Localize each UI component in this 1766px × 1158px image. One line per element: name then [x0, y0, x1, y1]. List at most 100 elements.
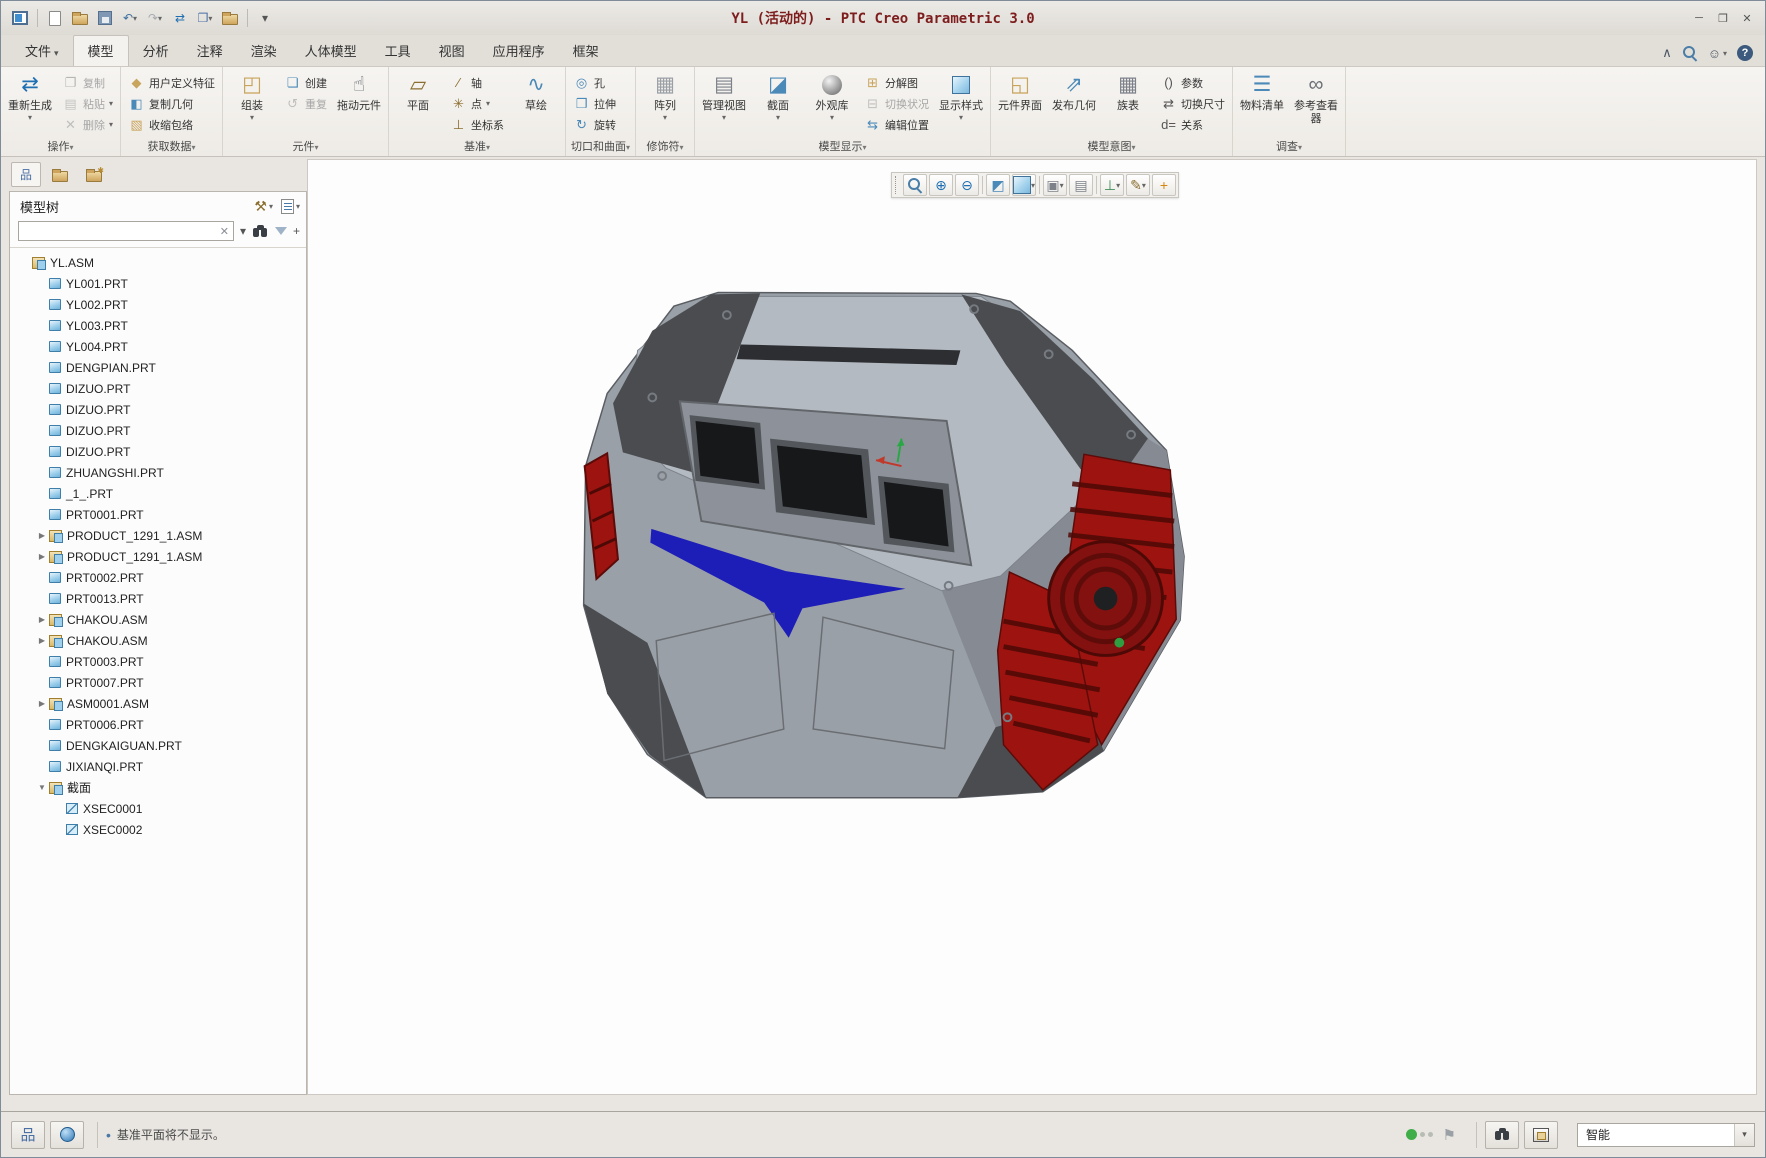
- group-investigate-label[interactable]: 调查▾: [1236, 137, 1342, 156]
- tree-item[interactable]: PRT0007.PRT: [10, 672, 306, 693]
- switch-state-button[interactable]: ⊟切换状况: [860, 93, 933, 114]
- tree-tools-icon[interactable]: ⚒▾: [254, 198, 273, 215]
- tree-item[interactable]: YL002.PRT: [10, 294, 306, 315]
- open-file-button[interactable]: [69, 7, 91, 29]
- repeat-button[interactable]: ↺重复: [280, 93, 331, 114]
- tab-view[interactable]: 视图: [425, 36, 479, 66]
- tree-item[interactable]: PRT0001.PRT: [10, 504, 306, 525]
- tree-item[interactable]: PRT0003.PRT: [10, 651, 306, 672]
- tree-item[interactable]: ▼截面: [10, 777, 306, 798]
- hole-button[interactable]: ◎孔: [569, 72, 620, 93]
- expander-icon[interactable]: ▶: [35, 552, 49, 561]
- find-binoculars-icon[interactable]: [252, 224, 269, 238]
- tree-item[interactable]: ▶CHAKOU.ASM: [10, 630, 306, 651]
- toggle-model-tree-button[interactable]: 品: [11, 1121, 45, 1149]
- edit-position-button[interactable]: ⇆编辑位置: [860, 114, 933, 135]
- tab-applications[interactable]: 应用程序: [479, 36, 559, 66]
- tab-annotate[interactable]: 注释: [183, 36, 237, 66]
- tree-item[interactable]: DIZUO.PRT: [10, 441, 306, 462]
- tree-item[interactable]: XSEC0002: [10, 819, 306, 840]
- model-tree-tab[interactable]: 品: [11, 162, 41, 187]
- component-interface-button[interactable]: ◱元件界面: [994, 69, 1046, 137]
- search-clear-icon[interactable]: ✕: [216, 225, 233, 238]
- collapse-ribbon-icon[interactable]: ∧: [1662, 45, 1672, 61]
- plane-button[interactable]: ▱平面: [392, 69, 444, 137]
- bom-button[interactable]: ☰物料清单: [1236, 69, 1288, 137]
- extrude-button[interactable]: ❒拉伸: [569, 93, 620, 114]
- csys-button[interactable]: ⊥坐标系: [446, 114, 508, 135]
- tab-framework[interactable]: 框架: [559, 36, 613, 66]
- tree-item[interactable]: DENGKAIGUAN.PRT: [10, 735, 306, 756]
- tab-tools[interactable]: 工具: [371, 36, 425, 66]
- model-3d-view[interactable]: [308, 160, 1756, 1094]
- undo-button[interactable]: ↶▾: [119, 7, 141, 29]
- zoom-in-button[interactable]: ⊕: [929, 174, 953, 196]
- redo-button[interactable]: ↷▾: [144, 7, 166, 29]
- graphics-viewport[interactable]: ⊕⊖◩▾▣▾▤⊥▾✎▾+: [307, 159, 1757, 1095]
- new-file-button[interactable]: [44, 7, 66, 29]
- tree-item[interactable]: DIZUO.PRT: [10, 399, 306, 420]
- axis-button[interactable]: ∕轴: [446, 72, 508, 93]
- appearance-gallery-button[interactable]: 外观库▾: [806, 69, 858, 137]
- group-modifiers-label[interactable]: 修饰符▾: [639, 137, 691, 156]
- point-button[interactable]: ✳点▾: [446, 93, 508, 114]
- group-model-intent-label[interactable]: 模型意图▾: [994, 137, 1229, 156]
- expander-icon[interactable]: ▶: [35, 636, 49, 645]
- tree-item[interactable]: YL004.PRT: [10, 336, 306, 357]
- tab-file[interactable]: 文件▾: [11, 36, 73, 66]
- group-cut-surface-label[interactable]: 切口和曲面▾: [569, 137, 632, 156]
- assemble-button[interactable]: ◰组装▾: [226, 69, 278, 137]
- select-box-button[interactable]: [1524, 1121, 1558, 1149]
- regenerate-quick-button[interactable]: ⇄: [169, 7, 191, 29]
- section-button[interactable]: ◪截面▾: [752, 69, 804, 137]
- group-operations-label[interactable]: 操作▾: [4, 137, 117, 156]
- expander-icon[interactable]: ▶: [35, 615, 49, 624]
- tree-item[interactable]: XSEC0001: [10, 798, 306, 819]
- maximize-button[interactable]: ❐: [1713, 9, 1733, 27]
- tree-item[interactable]: YL001.PRT: [10, 273, 306, 294]
- expander-icon[interactable]: ▶: [35, 531, 49, 540]
- tree-item[interactable]: YL.ASM: [10, 252, 306, 273]
- revolve-button[interactable]: ↻旋转: [569, 114, 620, 135]
- sketch-button[interactable]: ∿草绘: [510, 69, 562, 137]
- switch-windows-button[interactable]: ❐▾: [194, 7, 216, 29]
- tree-item[interactable]: ZHUANGSHI.PRT: [10, 462, 306, 483]
- tree-item[interactable]: ▶CHAKOU.ASM: [10, 609, 306, 630]
- reference-viewer-button[interactable]: ∞参考查看器: [1290, 69, 1342, 137]
- selection-filter-arrow[interactable]: ▾: [1734, 1124, 1754, 1146]
- tree-settings-icon[interactable]: ▾: [281, 198, 300, 215]
- group-component-label[interactable]: 元件▾: [226, 137, 385, 156]
- display-style-button[interactable]: 显示样式▾: [935, 69, 987, 137]
- tree-item[interactable]: DIZUO.PRT: [10, 378, 306, 399]
- tree-item[interactable]: DIZUO.PRT: [10, 420, 306, 441]
- paste-button[interactable]: ▤粘贴▾: [58, 93, 117, 114]
- tree-item[interactable]: PRT0002.PRT: [10, 567, 306, 588]
- folder-browser-tab[interactable]: [45, 162, 75, 187]
- annotation-display-button[interactable]: ✎▾: [1126, 174, 1150, 196]
- tree-item[interactable]: _1_.PRT: [10, 483, 306, 504]
- exploded-view-button[interactable]: ⊞分解图: [860, 72, 933, 93]
- repaint-button[interactable]: ◩: [986, 174, 1010, 196]
- drag-component-button[interactable]: ☝拖动元件: [333, 69, 385, 137]
- tree-item[interactable]: JIXIANQI.PRT: [10, 756, 306, 777]
- spin-center-button[interactable]: +: [1152, 174, 1176, 196]
- tab-analysis[interactable]: 分析: [129, 36, 183, 66]
- command-search-icon[interactable]: [1682, 45, 1698, 61]
- shrinkwrap-button[interactable]: ▧收缩包络: [124, 114, 219, 135]
- expand-plus-icon[interactable]: +: [293, 224, 300, 238]
- app-icon[interactable]: [9, 7, 31, 29]
- group-model-display-label[interactable]: 模型显示▾: [698, 137, 987, 156]
- agent-status-dots[interactable]: [1406, 1129, 1433, 1140]
- family-table-button[interactable]: ▦族表: [1102, 69, 1154, 137]
- feedback-smiley-icon[interactable]: ☺▾: [1708, 46, 1727, 61]
- group-datum-label[interactable]: 基准▾: [392, 137, 562, 156]
- close-button[interactable]: ✕: [1737, 9, 1757, 27]
- pattern-button[interactable]: ▦阵列▾: [639, 69, 691, 137]
- browser-button[interactable]: [50, 1121, 84, 1149]
- copy-geometry-button[interactable]: ◧复制几何: [124, 93, 219, 114]
- delete-button[interactable]: ✕删除▾: [58, 114, 117, 135]
- datum-display-button[interactable]: ⊥▾: [1100, 174, 1124, 196]
- zoom-out-button[interactable]: ⊖: [955, 174, 979, 196]
- expander-icon[interactable]: ▶: [35, 699, 49, 708]
- create-button[interactable]: ❏创建: [280, 72, 331, 93]
